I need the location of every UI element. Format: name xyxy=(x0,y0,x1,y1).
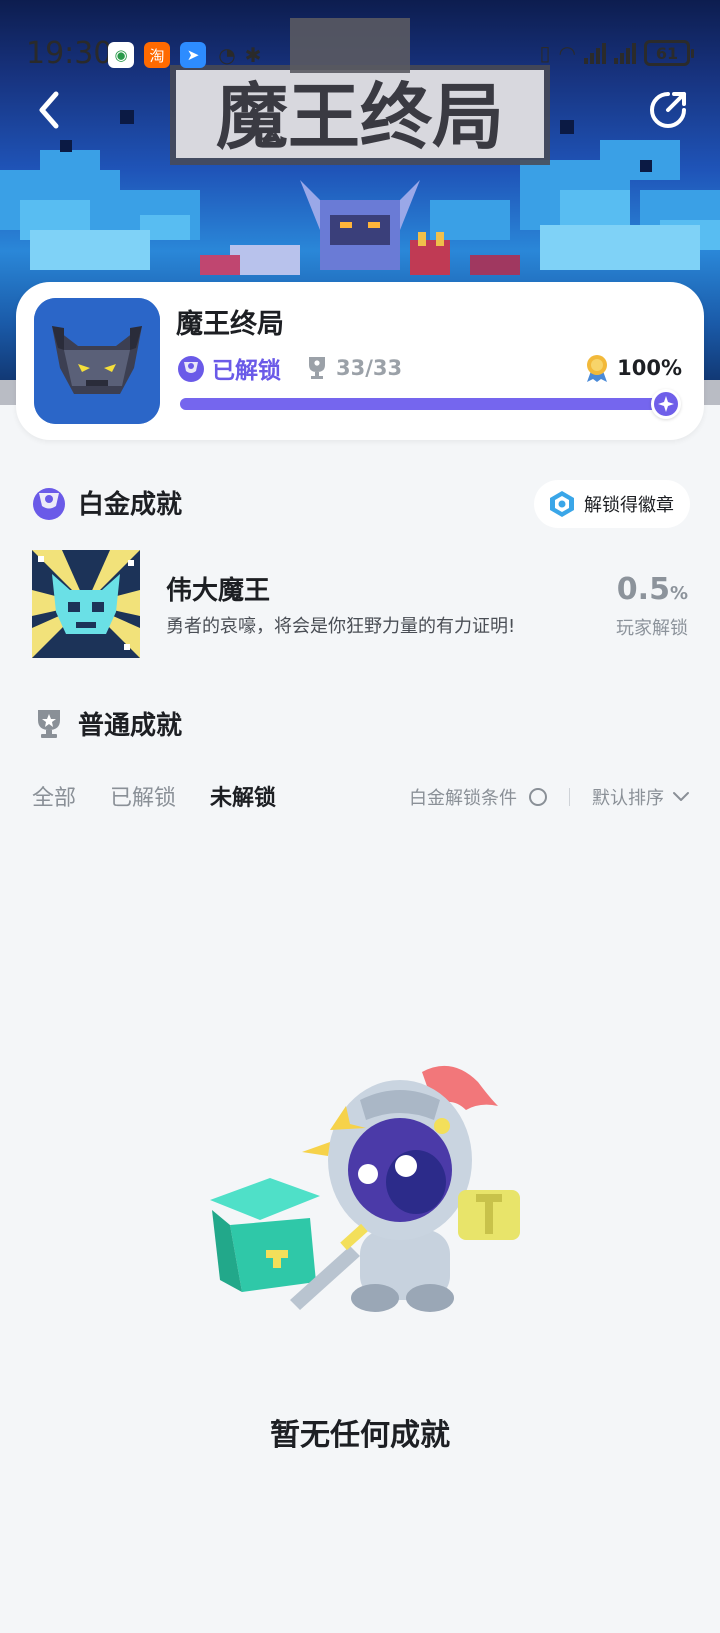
achievement-description: 勇者的哀嚎，将会是你狂野力量的有力证明! xyxy=(166,616,516,637)
platinum-achievement[interactable]: 伟大魔王 勇者的哀嚎，将会是你狂野力量的有力证明! 0.5% 玩家解锁 xyxy=(32,550,688,660)
unlock-status-label: 已解锁 xyxy=(212,358,281,384)
normal-section-header: 普通成就 xyxy=(30,703,182,743)
tab-unlocked[interactable]: 已解锁 xyxy=(110,780,176,814)
share-icon xyxy=(650,92,686,128)
platinum-trophy-icon xyxy=(178,356,204,382)
completion-value: 100% xyxy=(617,356,682,380)
game-summary-card: 魔王终局 已解锁 33/33 100% xyxy=(16,282,704,440)
empty-state-illustration xyxy=(190,1060,540,1330)
platinum-condition-toggle[interactable] xyxy=(529,788,547,806)
trophy-count: 33/33 xyxy=(306,352,402,384)
share-button[interactable] xyxy=(646,88,690,132)
sort-dropdown[interactable]: 默认排序 xyxy=(592,784,690,810)
achievement-rate-value: 0.5 xyxy=(616,572,670,607)
status-bar: 19:30 ◉ 淘 ➤ ◔ ✱ ▯ ◠ 61 xyxy=(0,0,720,110)
tab-all[interactable]: 全部 xyxy=(32,780,76,814)
achievement-rate-unit: % xyxy=(669,583,688,604)
sparkle-icon xyxy=(658,396,674,412)
achievement-name: 伟大魔王 xyxy=(166,576,271,606)
wifi-icon: ◠ xyxy=(558,41,576,65)
trophy-icon xyxy=(309,357,325,379)
signal-icon-2 xyxy=(614,42,636,64)
unlock-status: 已解锁 xyxy=(176,352,281,384)
chevron-left-icon xyxy=(39,91,59,129)
achievement-tabs: 全部 已解锁 未解锁 xyxy=(32,780,276,814)
unlock-badge-label: 解锁得徽章 xyxy=(584,495,674,516)
progress-bar xyxy=(180,389,681,419)
completion: 100% xyxy=(583,352,682,384)
bluetooth-icon: ✱ xyxy=(244,43,262,67)
vibrate-icon: ▯ xyxy=(539,41,551,65)
filter-bar: 白金解锁条件 默认排序 xyxy=(409,780,690,814)
progress-fill xyxy=(180,398,670,410)
battery-icon: 61 xyxy=(644,40,694,66)
normal-section-title: 普通成就 xyxy=(78,710,183,741)
trophy-count-value: 33/33 xyxy=(336,356,403,380)
game-icon xyxy=(34,298,160,424)
back-button[interactable] xyxy=(30,88,70,132)
signal-icon xyxy=(584,42,606,64)
achievement-icon xyxy=(32,550,140,658)
trophy-icon xyxy=(38,710,60,738)
tab-locked[interactable]: 未解锁 xyxy=(210,780,276,814)
platinum-trophy-icon xyxy=(33,488,65,520)
unlock-badge-button[interactable]: 解锁得徽章 xyxy=(534,480,690,528)
progress-knob xyxy=(651,389,681,419)
badge-icon xyxy=(550,491,574,517)
status-time: 19:30 xyxy=(26,36,113,71)
maps-icon: ➤ xyxy=(180,42,206,68)
medal-icon xyxy=(587,355,608,382)
platinum-section-header: 白金成就 xyxy=(30,482,182,522)
achievement-rate: 0.5% xyxy=(617,572,688,607)
achievement-rate-label: 玩家解锁 xyxy=(616,618,688,639)
china-mobile-icon: ◉ xyxy=(108,42,134,68)
platinum-section-title: 白金成就 xyxy=(78,489,183,520)
taobao-icon: 淘 xyxy=(144,42,170,68)
empty-state-message: 暂无任何成就 xyxy=(270,1418,450,1453)
sort-label: 默认排序 xyxy=(592,788,664,809)
wechat-icon: ◔ xyxy=(218,43,236,67)
platinum-condition-label: 白金解锁条件 xyxy=(409,788,517,809)
game-title: 魔王终局 xyxy=(176,309,284,340)
chevron-down-icon xyxy=(673,792,689,801)
divider xyxy=(569,788,570,806)
